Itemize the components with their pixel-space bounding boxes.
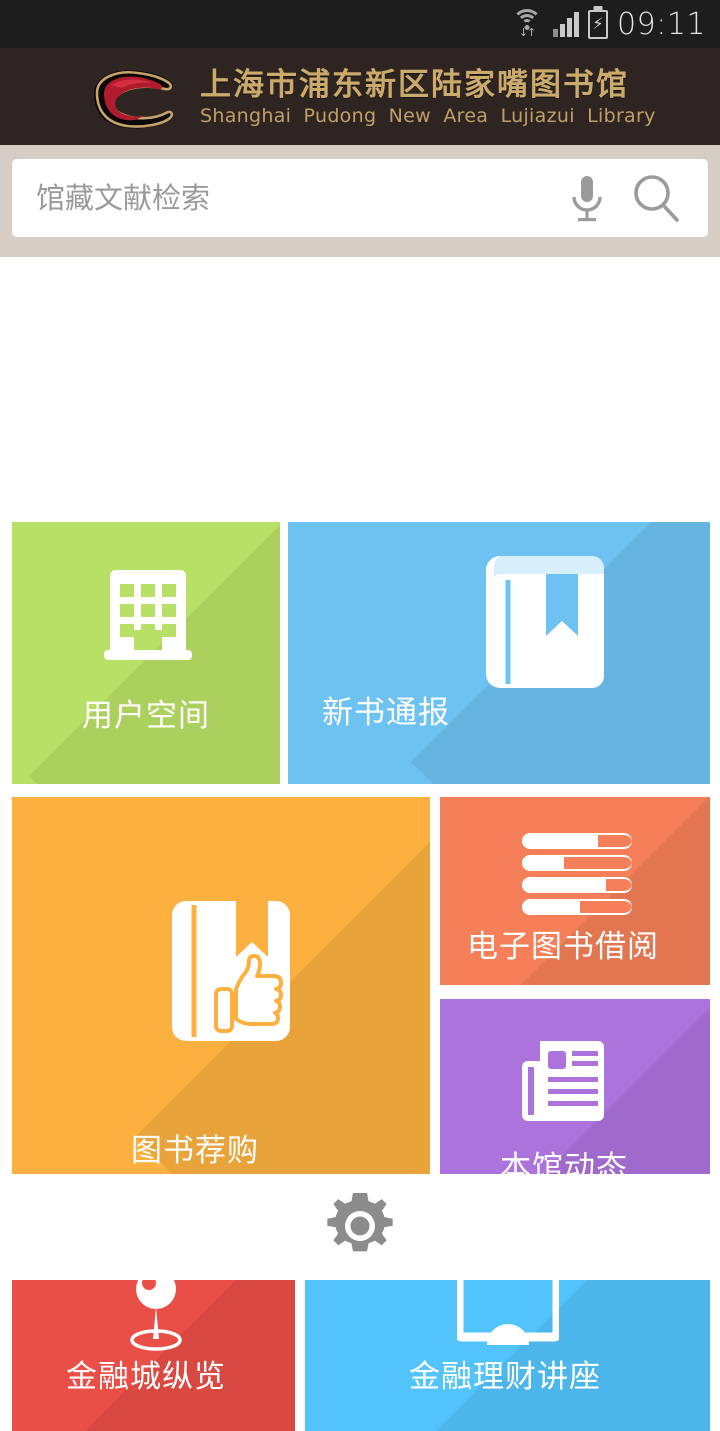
status-bar-clock: 09:11 — [617, 6, 706, 42]
tile-shadow — [29, 522, 280, 784]
tile-shadow — [411, 522, 710, 784]
tile-label: 图书荐购 — [131, 1133, 259, 1169]
battery-charging-icon: ⚡ — [588, 9, 609, 39]
status-bar: ↓↑ ⚡ 09:11 — [0, 0, 720, 48]
book-thumbsup-icon — [170, 897, 292, 1049]
monitor-icon — [454, 1264, 562, 1355]
settings-button[interactable] — [321, 1188, 399, 1266]
app-header: 上海市浦东新区陆家嘴图书馆 Shanghai Pudong New Area L… — [0, 48, 720, 145]
tile-shadow — [135, 840, 430, 1219]
tile-label: 金融理财讲座 — [409, 1359, 601, 1395]
search-icon[interactable] — [614, 172, 686, 224]
building-icon — [100, 560, 196, 674]
search-bar[interactable] — [12, 159, 708, 237]
signal-icon — [553, 11, 580, 37]
search-section — [0, 145, 720, 257]
microphone-icon[interactable] — [560, 172, 614, 224]
app-title-cn: 上海市浦东新区陆家嘴图书馆 — [200, 66, 629, 103]
tile-ebook-borrow[interactable]: 电子图书借阅 — [440, 797, 710, 985]
book-bookmark-icon — [484, 550, 606, 698]
library-book-logo — [78, 64, 182, 130]
search-input[interactable] — [36, 181, 560, 215]
newspaper-icon — [520, 1039, 606, 1127]
tile-grid: 用户空间 新书通报 图书荐购 电子图书借阅 本馆动态 金融城纵览 金融理财讲座 — [0, 257, 720, 1431]
gear-icon — [323, 1189, 397, 1266]
tile-label: 电子图书借阅 — [467, 929, 659, 965]
tile-user-space[interactable]: 用户空间 — [12, 522, 280, 784]
tile-label: 新书通报 — [322, 695, 450, 731]
book-stack-icon — [522, 833, 632, 921]
map-pin-icon — [118, 1267, 194, 1359]
wifi-icon: ↓↑ — [510, 9, 544, 39]
tile-new-books[interactable]: 新书通报 — [288, 522, 710, 784]
app-title-en: Shanghai Pudong New Area Lujiazui Librar… — [200, 104, 656, 127]
tile-label: 金融城纵览 — [66, 1359, 226, 1395]
tile-shadow — [479, 797, 710, 985]
footer-bar — [0, 1174, 720, 1280]
tile-book-recommend[interactable]: 图书荐购 — [12, 797, 430, 1219]
tile-label: 用户空间 — [82, 698, 210, 734]
